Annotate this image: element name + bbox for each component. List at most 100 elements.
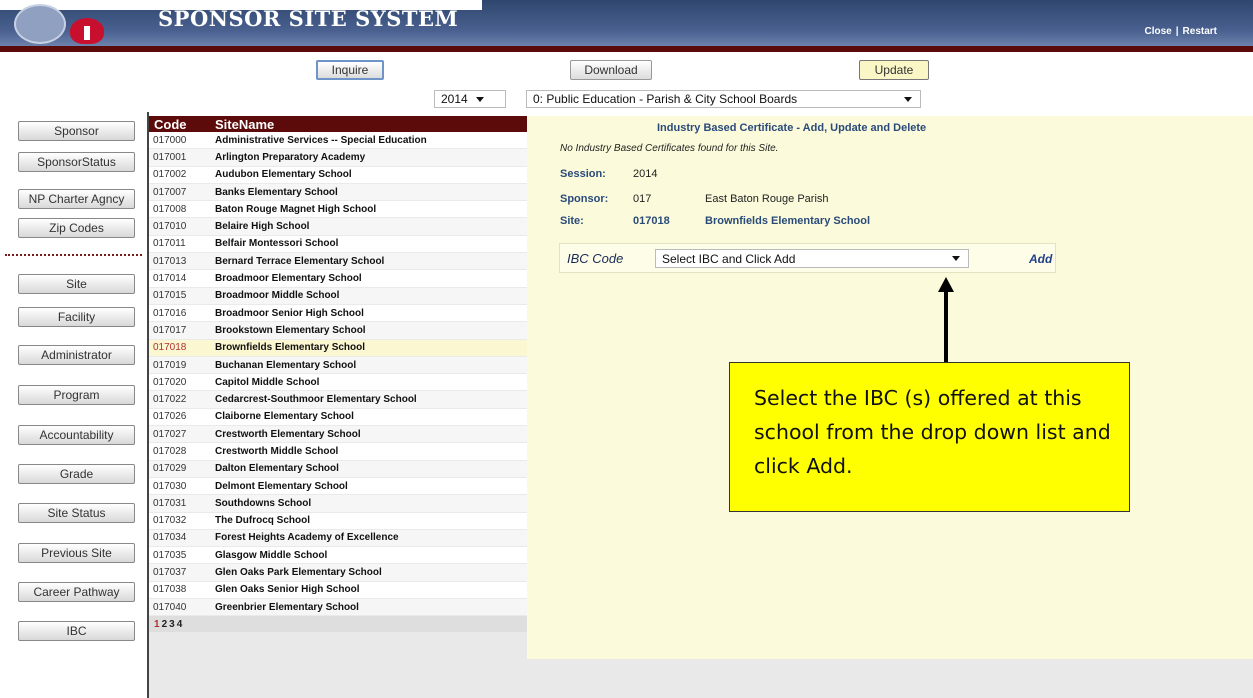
table-row[interactable]: 017031 Southdowns School — [149, 495, 527, 513]
nav-button-administrator[interactable]: Administrator — [18, 345, 135, 365]
site-name-cell: Crestworth Elementary School — [215, 428, 361, 440]
nav-button-career-pathway[interactable]: Career Pathway — [18, 582, 135, 602]
table-row[interactable]: 017013 Bernard Terrace Elementary School — [149, 253, 527, 271]
site-code-cell: 017037 — [153, 567, 187, 579]
nav-button-previous-site[interactable]: Previous Site — [18, 543, 135, 563]
site-code-cell: 017026 — [153, 411, 187, 423]
close-link[interactable]: Close — [1144, 26, 1171, 37]
table-row[interactable]: 017011 Belfair Montessori School — [149, 235, 527, 254]
sponsor-code: 017 — [633, 193, 652, 205]
nav-button-program[interactable]: Program — [18, 385, 135, 405]
chevron-down-icon — [952, 256, 960, 261]
table-row[interactable]: 017020 Capitol Middle School — [149, 374, 527, 392]
nav-button-site[interactable]: Site — [18, 274, 135, 294]
site-name-cell: Claiborne Elementary School — [215, 411, 354, 423]
table-row[interactable]: 017032 The Dufrocq School — [149, 512, 527, 530]
site-name-cell: Southdowns School — [215, 497, 312, 509]
table-row[interactable]: 017018 Brownfields Elementary School — [149, 339, 527, 357]
app-window: SPONSOR SITE SYSTEM Close | Restart Inquir… — [0, 0, 1253, 698]
site-code-cell: 017022 — [153, 394, 187, 406]
nav-button-ibc[interactable]: IBC — [18, 621, 135, 641]
site-table-body: 017000 Administrative Services -- Special… — [149, 132, 527, 617]
site-name-cell: Brownfields Elementary School — [215, 342, 366, 354]
year-select[interactable]: 2014 — [434, 90, 506, 108]
nav-button-site-status[interactable]: Site Status — [18, 503, 135, 523]
table-row[interactable]: 017037 Glen Oaks Park Elementary School — [149, 564, 527, 582]
table-row[interactable]: 017030 Delmont Elementary School — [149, 477, 527, 496]
nav-divider — [5, 254, 142, 256]
site-name-cell: Capitol Middle School — [215, 376, 320, 388]
site-code-cell: 017038 — [153, 584, 187, 596]
site-name-cell: Bernard Terrace Elementary School — [215, 255, 385, 267]
site-code-cell: 017031 — [153, 497, 187, 509]
page-link-4[interactable]: 4 — [177, 619, 183, 630]
site-table-header: Code SiteName — [149, 116, 527, 132]
site-code-cell: 017011 — [153, 238, 186, 250]
site-name-cell: Broadmoor Senior High School — [215, 307, 364, 319]
table-row[interactable]: 017010 Belaire High School — [149, 218, 527, 236]
table-row[interactable]: 017026 Claiborne Elementary School — [149, 408, 527, 427]
download-button[interactable]: Download — [570, 60, 652, 80]
table-row[interactable]: 017008 Baton Rouge Magnet High School — [149, 201, 527, 219]
nav-button-sponsor[interactable]: Sponsor — [18, 121, 135, 141]
site-name: Brownfields Elementary School — [705, 215, 871, 227]
table-row[interactable]: 017015 Broadmoor Middle School — [149, 287, 527, 305]
table-row[interactable]: 017027 Crestworth Elementary School — [149, 426, 527, 444]
site-name-cell: Audubon Elementary School — [215, 169, 352, 181]
table-row[interactable]: 017014 Broadmoor Elementary School — [149, 270, 527, 288]
site-label: Site: — [560, 215, 584, 227]
site-name-cell: Arlington Preparatory Academy — [215, 151, 366, 163]
inquire-button[interactable]: Inquire — [316, 60, 384, 80]
table-row[interactable]: 017019 Buchanan Elementary School — [149, 356, 527, 375]
table-row[interactable]: 017034 Forest Heights Academy of Excellen… — [149, 529, 527, 548]
site-code-cell: 017040 — [153, 601, 187, 613]
table-row[interactable]: 017001 Arlington Preparatory Academy — [149, 149, 527, 167]
ibc-add-link[interactable]: Add — [1029, 252, 1052, 266]
site-name-cell: Broadmoor Middle School — [215, 290, 340, 302]
nav-button-zip-codes[interactable]: Zip Codes — [18, 218, 135, 238]
site-code-cell: 017002 — [153, 169, 187, 181]
site-code-cell: 017032 — [153, 515, 187, 527]
update-button[interactable]: Update — [859, 60, 929, 80]
callout-arrow-shaft — [944, 290, 948, 362]
site-name-cell: Administrative Services -- Special Educa… — [215, 134, 427, 146]
site-code-cell: 017018 — [153, 342, 187, 354]
table-row[interactable]: 017028 Crestworth Middle School — [149, 443, 527, 461]
ibc-code-select[interactable]: Select IBC and Click Add — [655, 249, 969, 268]
restart-link[interactable]: Restart — [1183, 26, 1217, 37]
table-row[interactable]: 017007 Banks Elementary School — [149, 183, 527, 202]
site-name-cell: Greenbrier Elementary School — [215, 601, 359, 613]
site-name-cell: Belfair Montessori School — [215, 238, 339, 250]
state-seal-logo — [14, 4, 66, 44]
site-name-cell: Dalton Elementary School — [215, 463, 339, 475]
table-row[interactable]: 017000 Administrative Services -- Special… — [149, 132, 527, 150]
site-code-cell: 017027 — [153, 428, 187, 440]
site-code-cell: 017035 — [153, 549, 187, 561]
nav-button-grade[interactable]: Grade — [18, 464, 135, 484]
site-name-cell: Crestworth Middle School — [215, 445, 339, 457]
table-row[interactable]: 017016 Broadmoor Senior High School — [149, 304, 527, 323]
page-link-3[interactable]: 3 — [169, 619, 175, 630]
sponsor-type-select[interactable]: 0: Public Education - Parish & City Scho… — [526, 90, 921, 108]
nav-button-accountability[interactable]: Accountability — [18, 425, 135, 445]
table-row[interactable]: 017017 Brookstown Elementary School — [149, 322, 527, 340]
content-bottom-fill — [149, 659, 1253, 698]
site-code-cell: 017019 — [153, 359, 187, 371]
nav-button-facility[interactable]: Facility — [18, 307, 135, 327]
site-name-cell: Belaire High School — [215, 221, 310, 233]
nav-button-sponsorstatus[interactable]: SponsorStatus — [18, 152, 135, 172]
table-row[interactable]: 017040 Greenbrier Elementary School — [149, 599, 527, 617]
table-row[interactable]: 017029 Dalton Elementary School — [149, 460, 527, 478]
table-row[interactable]: 017038 Glen Oaks Senior High School — [149, 581, 527, 600]
table-row[interactable]: 017002 Audubon Elementary School — [149, 166, 527, 184]
table-row[interactable]: 017035 Glasgow Middle School — [149, 547, 527, 565]
chevron-down-icon — [475, 96, 484, 102]
column-header-code[interactable]: Code — [149, 117, 209, 132]
page-link-2[interactable]: 2 — [162, 619, 168, 630]
nav-button-np-charter-agncy[interactable]: NP Charter Agncy — [18, 189, 135, 209]
column-header-sitename[interactable]: SiteName — [209, 117, 274, 132]
table-row[interactable]: 017022 Cedarcrest-Southmoor Elementary Sc… — [149, 391, 527, 409]
page-link-1[interactable]: 1 — [154, 619, 160, 630]
app-title: SPONSOR SITE SYSTEM — [158, 6, 459, 31]
site-code: 017018 — [633, 215, 670, 227]
